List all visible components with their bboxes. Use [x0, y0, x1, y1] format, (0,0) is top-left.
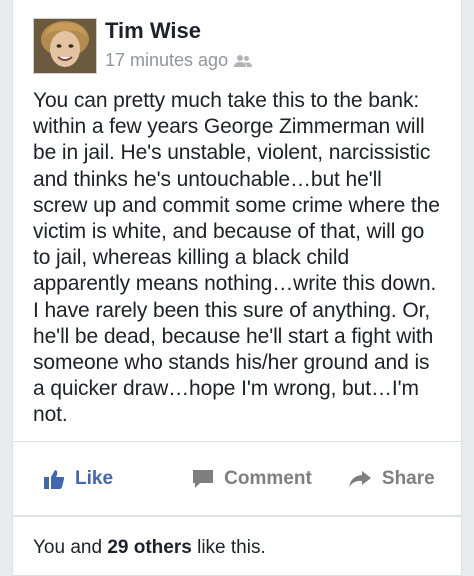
- post-meta: 17 minutes ago: [105, 50, 253, 71]
- post-line: be in jail. He's unstable, violent, narc…: [33, 141, 431, 165]
- friends-icon: [234, 54, 253, 68]
- post-line: someone who stands his/her ground and is: [33, 351, 430, 375]
- post-line: within a few years George Zimmerman will: [33, 115, 425, 139]
- post-body: You can pretty much take this to the ban…: [33, 88, 463, 429]
- post-actions-bar: Like Comment Share: [12, 442, 462, 516]
- comment-button[interactable]: Comment: [182, 442, 321, 515]
- post-line: and thinks he's untouchable…but he'll: [33, 167, 382, 191]
- post-line: not.: [33, 403, 68, 427]
- comment-icon: [192, 469, 214, 489]
- likes-prefix: You and: [33, 537, 103, 558]
- post-line: screw up and commit some crime where the: [33, 193, 440, 217]
- share-button[interactable]: Share: [322, 442, 461, 515]
- post-line: apparently means nothing…write this down…: [33, 272, 437, 296]
- post-card: Tim Wise 17 minutes ago You can pretty m…: [12, 0, 462, 442]
- avatar[interactable]: [33, 18, 97, 74]
- comment-label: Comment: [224, 467, 312, 489]
- share-label: Share: [381, 467, 435, 489]
- post-line: a quicker draw…hope I'm wrong, but…I'm: [33, 377, 419, 401]
- post-line: he'll be dead, because he'll start a fig…: [33, 324, 434, 348]
- likes-count[interactable]: 29 others: [107, 537, 191, 558]
- like-button[interactable]: Like: [13, 442, 182, 515]
- like-label: Like: [75, 467, 114, 489]
- post-timestamp[interactable]: 17 minutes ago: [105, 50, 228, 71]
- likes-summary[interactable]: You and 29 others like this.: [12, 516, 462, 576]
- post-line: to jail, whereas killing a black child: [33, 246, 350, 270]
- share-arrow-icon: [348, 470, 372, 488]
- post-author-name[interactable]: Tim Wise: [105, 18, 201, 44]
- post-line: I have rarely been this sure of anything…: [33, 298, 431, 322]
- post-line: victim is white, and because of that, wi…: [33, 220, 425, 244]
- thumbs-up-icon: [43, 468, 65, 490]
- likes-suffix: like this.: [197, 537, 266, 558]
- post-line: You can pretty much take this to the ban…: [33, 89, 420, 112]
